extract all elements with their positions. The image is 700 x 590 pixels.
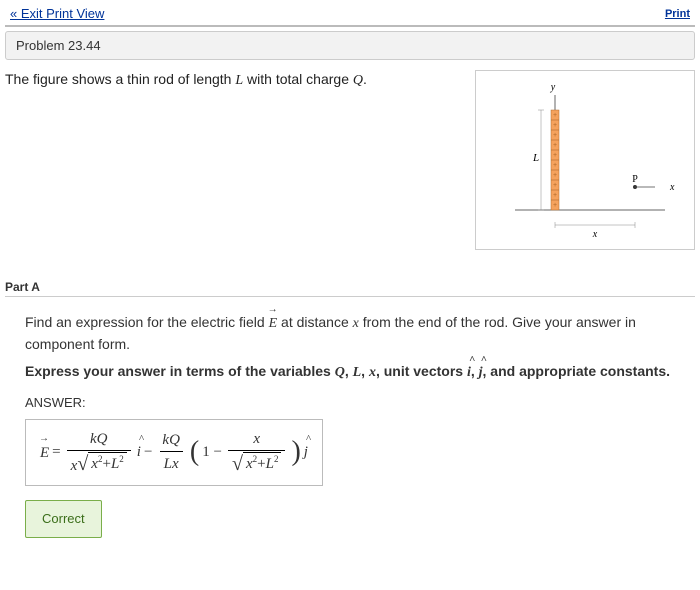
top-bar: « Exit Print View Print <box>0 0 700 25</box>
svg-text:+: + <box>553 142 557 149</box>
print-link[interactable]: Print <box>665 8 690 20</box>
answer-formula: E = kQ x√x2+L2 i − kQ Lx ( 1 − x √x2+L2 <box>40 428 308 478</box>
svg-text:+: + <box>553 202 557 209</box>
svg-text:+: + <box>553 182 557 189</box>
svg-text:+: + <box>553 152 557 159</box>
svg-text:+: + <box>553 112 557 119</box>
P-label: P <box>632 174 638 185</box>
part-a-body: Find an expression for the electric fiel… <box>0 301 700 548</box>
figure: y x + + + + + + + + + + <box>475 70 695 250</box>
svg-text:+: + <box>553 172 557 179</box>
exit-print-view-link[interactable]: « Exit Print View <box>10 6 104 21</box>
correct-badge: Correct <box>25 500 102 538</box>
part-a-heading: Part A <box>5 280 695 297</box>
problem-title: Problem 23.44 <box>5 31 695 60</box>
problem-description: The figure shows a thin rod of length L … <box>5 70 465 91</box>
x-axis-label: x <box>669 182 675 193</box>
L-label: L <box>532 152 539 164</box>
divider <box>5 25 695 27</box>
x-dist-label: x <box>592 229 598 240</box>
part-a-instruction: Express your answer in terms of the vari… <box>25 361 695 383</box>
part-a-prompt: Find an expression for the electric fiel… <box>25 311 695 355</box>
svg-text:+: + <box>553 122 557 129</box>
answer-formula-box: E = kQ x√x2+L2 i − kQ Lx ( 1 − x √x2+L2 <box>25 419 323 487</box>
problem-body: The figure shows a thin rod of length L … <box>0 60 700 250</box>
y-axis-label: y <box>550 82 556 93</box>
svg-text:+: + <box>553 132 557 139</box>
answer-label: ANSWER: <box>25 393 695 413</box>
svg-text:+: + <box>553 162 557 169</box>
svg-text:+: + <box>553 192 557 199</box>
